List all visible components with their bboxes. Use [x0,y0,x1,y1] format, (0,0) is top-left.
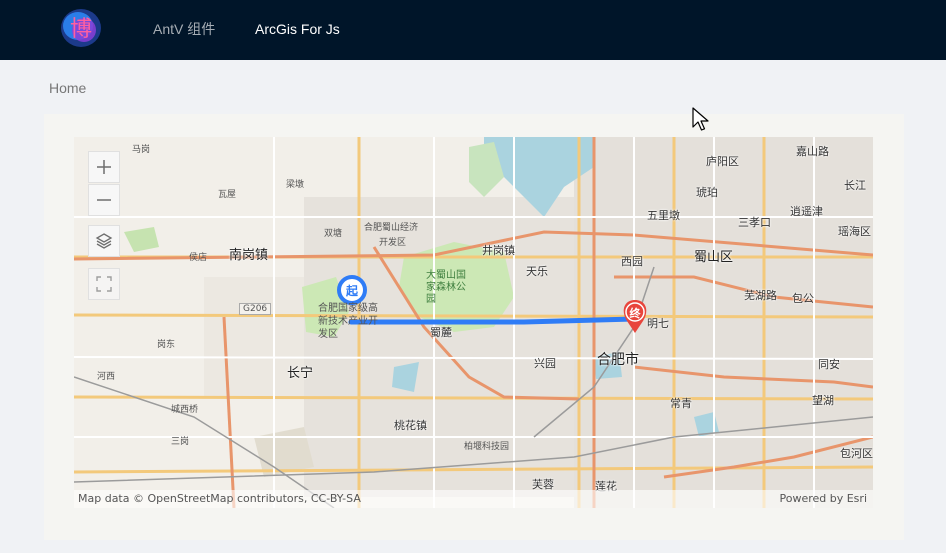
map-label: 瓦屋 [218,190,237,200]
road-shield: G206 [239,303,272,315]
map-label: 琥珀 [696,186,718,199]
svg-text:博: 博 [70,17,92,42]
map-label: 岗东 [157,340,176,350]
map-label: 长宁 [287,366,314,381]
attribution-text[interactable]: Map data © OpenStreetMap contributors, C… [78,492,361,505]
map-label: 西园 [621,255,643,268]
svg-text:起: 起 [345,283,359,298]
map-label: 包公 [792,292,814,305]
map-label: 桃花镇 [394,419,427,432]
map-label: 天乐 [526,265,548,278]
map-label: 长江 [844,179,866,192]
map-label: 开发区 [379,238,407,248]
map-label: 大蜀山国 家森林公 园 [426,270,466,305]
layers-icon [95,233,113,249]
map-basemap: 起 终 [74,137,873,508]
top-navbar: 博 AntV 组件 ArcGis For Js [0,0,946,60]
plus-icon [97,160,111,174]
map-label: 双塘 [324,229,343,239]
map-attribution: Map data © OpenStreetMap contributors, C… [74,490,873,508]
powered-by-text[interactable]: Powered by Esri [779,492,867,505]
nav-item-arcgis[interactable]: ArcGis For Js [255,20,340,38]
zoom-in-button[interactable] [88,151,120,183]
map-label: 合肥蜀山经济 [364,223,419,233]
map-label: 瑶海区 [838,225,871,238]
map-label: 柏堰科技园 [464,442,510,452]
map-label: 逍遥津 [790,205,823,218]
map-label: 包河区 [840,447,873,460]
map-label: 兴园 [534,357,556,370]
map-label: 梁墩 [286,180,305,190]
map-label: 城西桥 [171,405,199,415]
nav-item-antv[interactable]: AntV 组件 [153,20,215,38]
map-label: 芜湖路 [744,289,777,302]
fullscreen-button[interactable] [88,268,120,300]
svg-text:终: 终 [630,306,642,320]
map-label: 三岗 [171,437,190,447]
map-view[interactable]: 起 终 马岗 梁墩 瓦屋 双塘 合肥蜀山经济 开发区 井岗镇 大蜀山国 家森林公… [74,137,873,508]
map-label: 合肥市 [597,352,639,368]
map-label: 蜀麓 [430,326,452,339]
map-label: 同安 [818,358,840,371]
map-label: 望湖 [812,394,834,407]
map-label: 庐阳区 [706,155,739,168]
map-label: 马岗 [132,145,151,155]
map-label: 蜀山区 [694,250,734,265]
route-start-marker[interactable]: 起 [337,275,367,305]
map-label: 南岗镇 [229,248,269,263]
layers-button[interactable] [88,225,120,257]
map-label: 河西 [97,372,116,382]
map-label: 常青 [670,397,692,410]
app-logo[interactable]: 博 [58,6,104,50]
map-label: 明七 [647,317,669,330]
mouse-cursor-icon [692,107,709,131]
map-label: 合肥国家级高 新技术产业开 发区 [318,303,378,340]
zoom-out-button[interactable] [88,184,120,216]
fullscreen-icon [96,276,112,292]
breadcrumb: Home [49,79,86,97]
map-label: 五里墩 [647,209,680,222]
breadcrumb-home[interactable]: Home [49,80,86,96]
map-label: 嘉山路 [796,145,829,158]
map-label: 井岗镇 [482,244,515,257]
minus-icon [97,199,111,201]
map-label: 三孝口 [738,216,771,229]
map-label: 侯店 [189,253,208,263]
